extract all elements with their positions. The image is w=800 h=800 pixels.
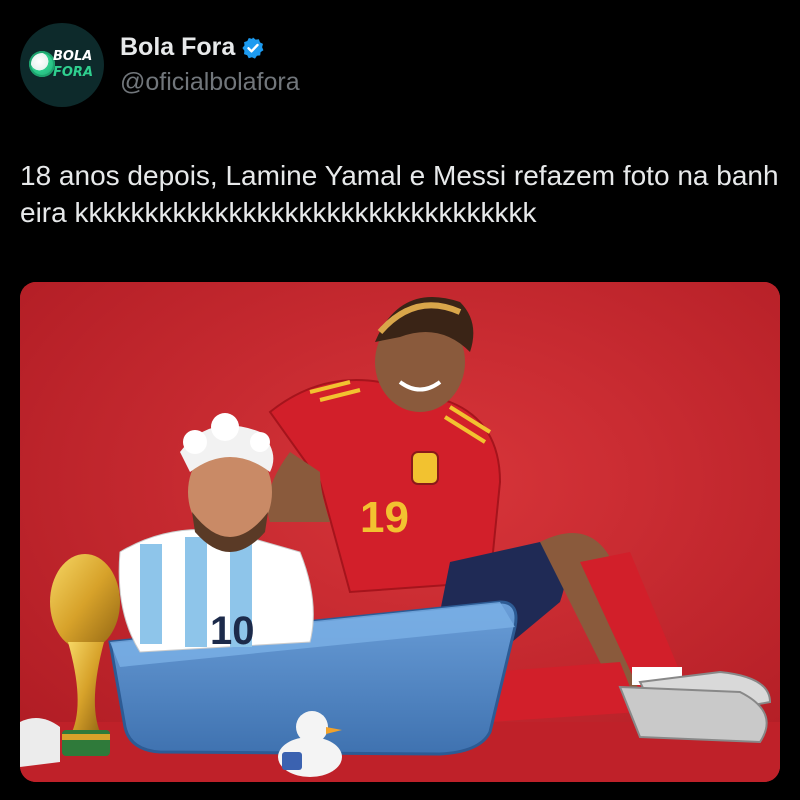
world-cup-base-ring xyxy=(62,734,110,740)
spain-crest xyxy=(411,451,439,485)
rubber-duck-scarf xyxy=(282,752,302,770)
foam-bubble-2 xyxy=(211,413,239,441)
yamal-boot-left xyxy=(618,685,768,744)
world-cup-globe xyxy=(50,554,120,650)
yamal-number: 19 xyxy=(360,493,409,542)
rubber-duck-head xyxy=(296,711,328,743)
messi-stripe-1 xyxy=(140,544,162,644)
author-names: Bola Fora @oficialbolafora xyxy=(120,33,300,97)
foam-bubble-3 xyxy=(250,432,270,452)
logo-text-fora: FORA xyxy=(53,65,94,80)
verified-badge-icon xyxy=(242,37,264,59)
display-name[interactable]: Bola Fora xyxy=(120,33,235,62)
messi-stripe-2 xyxy=(185,537,207,647)
soccer-ball-icon xyxy=(29,51,55,77)
foam-bubble-1 xyxy=(183,430,207,454)
author-handle[interactable]: @oficialbolafora xyxy=(120,68,300,97)
towel xyxy=(20,718,60,767)
avatar[interactable]: BOLA FORA xyxy=(20,23,104,107)
photo-illustration: 19 10 xyxy=(20,282,780,782)
logo-text-bola: BOLA xyxy=(53,49,93,64)
display-name-row: Bola Fora xyxy=(120,33,300,62)
messi-number: 10 xyxy=(210,609,255,653)
tweet-card: BOLA FORA Bola Fora @oficialbolafora 18 … xyxy=(0,0,800,800)
yamal-sock-left xyxy=(490,662,640,722)
world-cup-base xyxy=(62,730,110,756)
bola-fora-logo: BOLA FORA xyxy=(27,45,97,85)
tweet-photo[interactable]: 19 10 xyxy=(20,282,780,782)
tweet-header: BOLA FORA Bola Fora @oficialbolafora xyxy=(20,20,300,110)
tweet-text: 18 anos depois, Lamine Yamal e Messi ref… xyxy=(20,160,779,228)
